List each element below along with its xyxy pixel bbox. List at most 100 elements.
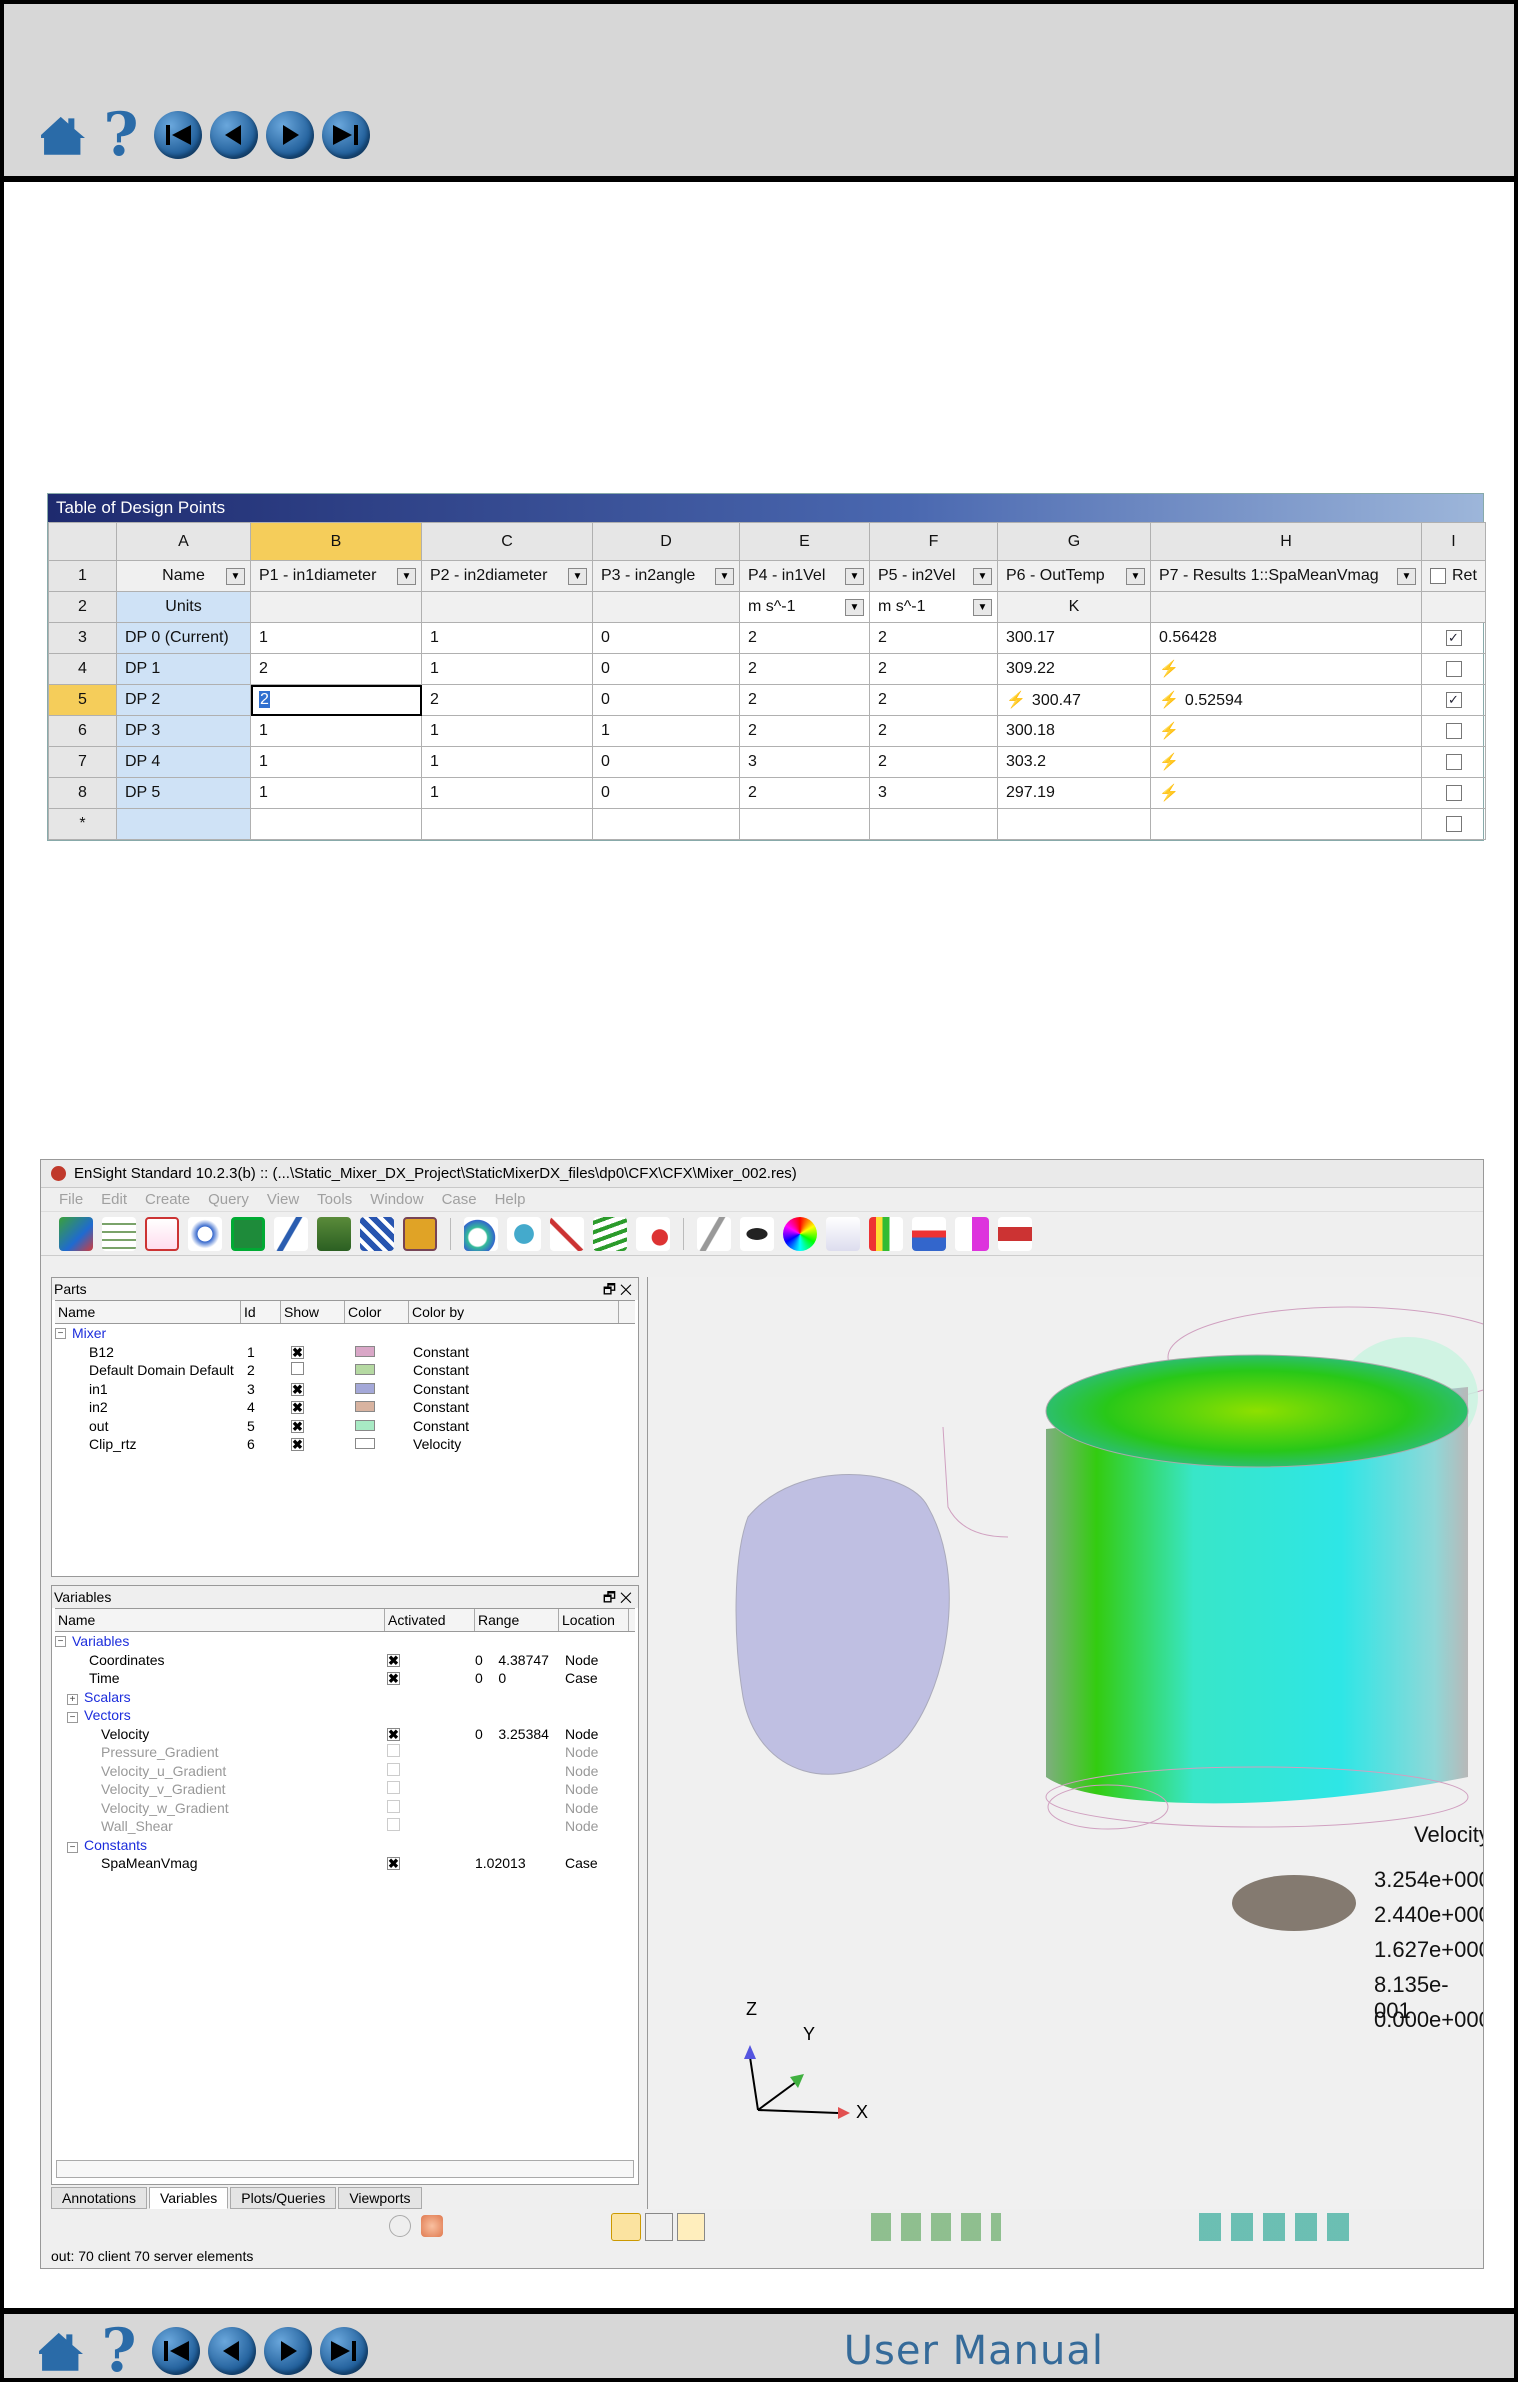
selection-mode-icon[interactable] [611, 2213, 641, 2241]
tab-annotations[interactable]: Annotations [51, 2187, 147, 2209]
variable-row[interactable]: Velocity_u_Gradient Node [55, 1762, 635, 1781]
variables-header-activated[interactable]: Activated [385, 1609, 475, 1631]
home-icon[interactable] [38, 110, 88, 160]
retain-checkbox[interactable] [1445, 815, 1462, 832]
row-number[interactable]: 6 [48, 715, 117, 747]
show-checkbox[interactable]: ✖ [291, 1382, 304, 1396]
first-page-icon[interactable] [154, 111, 202, 159]
view-tools-icon[interactable] [1199, 2213, 1359, 2241]
cell-p1[interactable]: 1 [250, 622, 422, 654]
cell-p5[interactable]: 2 [869, 684, 998, 716]
parts-tool-icon[interactable] [59, 1216, 93, 1251]
activated-checkbox[interactable]: ✖ [387, 1653, 400, 1667]
retain-checkbox[interactable] [1445, 660, 1462, 677]
new-cell[interactable] [869, 808, 998, 840]
variable-group-row[interactable]: − Constants [55, 1836, 635, 1855]
cell-p7[interactable]: ⚡ [1150, 777, 1422, 809]
cell-p2[interactable]: 1 [421, 653, 593, 685]
design-point-row[interactable]: 8 DP 5 1 1 0 2 3 297.19 ⚡ [48, 777, 1486, 809]
column-letter-b[interactable]: B [250, 522, 422, 561]
tab-variables[interactable]: Variables [148, 2187, 229, 2209]
cell-p5[interactable]: 2 [869, 653, 998, 685]
variable-group-row[interactable]: + Scalars [55, 1688, 635, 1707]
streamline-tool-icon[interactable] [464, 1216, 498, 1251]
legend-tool-icon[interactable] [869, 1216, 903, 1251]
row-number[interactable]: 8 [48, 777, 117, 809]
retain-checkbox[interactable] [1445, 784, 1462, 801]
show-checkbox[interactable]: ✖ [291, 1401, 304, 1415]
design-point-row[interactable]: 5 DP 2 2 2 0 2 2 ⚡ 300.47 ⚡ 0.52594 ✓ [48, 684, 1486, 716]
font-tool-icon[interactable] [826, 1216, 860, 1251]
column-letter-a[interactable]: A [116, 522, 251, 561]
vector-tool-icon[interactable] [593, 1216, 627, 1251]
activated-checkbox[interactable] [387, 1744, 400, 1758]
filter-dropdown-icon[interactable]: ▼ [568, 568, 587, 585]
tab-plots-queries[interactable]: Plots/Queries [230, 2187, 337, 2209]
cell-p1[interactable]: 2 [250, 653, 422, 685]
cell-p4[interactable]: 2 [739, 653, 870, 685]
collapse-icon[interactable]: − [55, 1635, 66, 1647]
cell-p1[interactable]: 1 [250, 715, 422, 747]
previous-page-icon[interactable] [208, 2327, 256, 2375]
box-mode-icon[interactable] [645, 2213, 673, 2241]
filter-dropdown-icon[interactable]: ▼ [397, 568, 416, 585]
design-point-name[interactable]: DP 1 [116, 653, 251, 685]
activated-checkbox[interactable] [387, 1799, 400, 1813]
eye-icon[interactable] [740, 1216, 774, 1251]
design-point-row[interactable]: 4 DP 1 2 1 0 2 2 309.22 ⚡ [48, 653, 1486, 685]
panel-float-close-icon[interactable]: 🗗 ✕ [603, 1278, 632, 1300]
collapse-icon[interactable]: − [55, 1327, 66, 1339]
filter-dropdown-icon[interactable]: ▼ [973, 568, 992, 585]
annotation-text-icon[interactable] [697, 1216, 731, 1251]
menu-window[interactable]: Window [370, 1191, 423, 1208]
cell-p2[interactable]: 2 [421, 684, 593, 716]
title-tool-icon[interactable] [912, 1216, 946, 1251]
filter-dropdown-icon[interactable]: ▼ [715, 568, 734, 585]
color-swatch[interactable] [355, 1345, 375, 1357]
variable-row[interactable]: Coordinates ✖ 0 4.38747 Node [55, 1651, 635, 1670]
cell-p2[interactable]: 1 [421, 777, 593, 809]
activated-checkbox[interactable] [387, 1762, 400, 1776]
row-number[interactable]: 1 [48, 560, 117, 592]
last-page-icon[interactable] [320, 2327, 368, 2375]
show-checkbox[interactable]: ✖ [291, 1438, 304, 1452]
cell-p1[interactable]: 2 [250, 684, 422, 716]
max-tool-icon[interactable] [998, 1216, 1032, 1251]
expand-icon[interactable]: + [67, 1693, 78, 1705]
column-letter-e[interactable]: E [739, 522, 870, 561]
activated-checkbox[interactable] [387, 1781, 400, 1795]
cell-p7[interactable]: ⚡ [1150, 746, 1422, 778]
menu-help[interactable]: Help [495, 1191, 526, 1208]
column-letter-d[interactable]: D [592, 522, 740, 561]
cell-p7[interactable]: 0.56428 [1150, 622, 1422, 654]
corner-cell[interactable] [48, 522, 117, 561]
retain-checkbox[interactable]: ✓ [1445, 691, 1462, 708]
activated-checkbox[interactable]: ✖ [387, 1672, 400, 1686]
variables-header-name[interactable]: Name [55, 1609, 385, 1631]
column-letter-i[interactable]: I [1421, 522, 1486, 561]
color-swatch[interactable] [355, 1364, 375, 1376]
unit-select[interactable]: m s^-1 ▼ [869, 591, 998, 623]
cell-p5[interactable]: 2 [869, 715, 998, 747]
column-letter-g[interactable]: G [997, 522, 1151, 561]
cell-p6[interactable]: ⚡ 300.47 [997, 684, 1151, 716]
unit-dropdown-icon[interactable]: ▼ [973, 599, 992, 616]
radio-icon[interactable] [389, 2215, 411, 2237]
parts-header-id[interactable]: Id [241, 1301, 281, 1323]
retain-checkbox[interactable] [1445, 722, 1462, 739]
new-cell[interactable] [250, 808, 422, 840]
menu-view[interactable]: View [267, 1191, 299, 1208]
cell-p6[interactable]: 303.2 [997, 746, 1151, 778]
design-point-name[interactable]: DP 5 [116, 777, 251, 809]
unit-select[interactable]: m s^-1 ▼ [739, 591, 870, 623]
menu-tools[interactable]: Tools [317, 1191, 352, 1208]
cell-p4[interactable]: 2 [739, 777, 870, 809]
transform-tools-icon[interactable] [871, 2213, 1001, 2241]
horizontal-scrollbar[interactable] [56, 2160, 634, 2178]
cell-p2[interactable]: 1 [421, 622, 593, 654]
value-tool-icon[interactable] [955, 1216, 989, 1251]
cell-p6[interactable]: 309.22 [997, 653, 1151, 685]
variable-row[interactable]: Time ✖ 0 0 Case [55, 1669, 635, 1688]
cell-p3[interactable]: 0 [592, 746, 740, 778]
help-icon[interactable]: ? [94, 2321, 144, 2378]
